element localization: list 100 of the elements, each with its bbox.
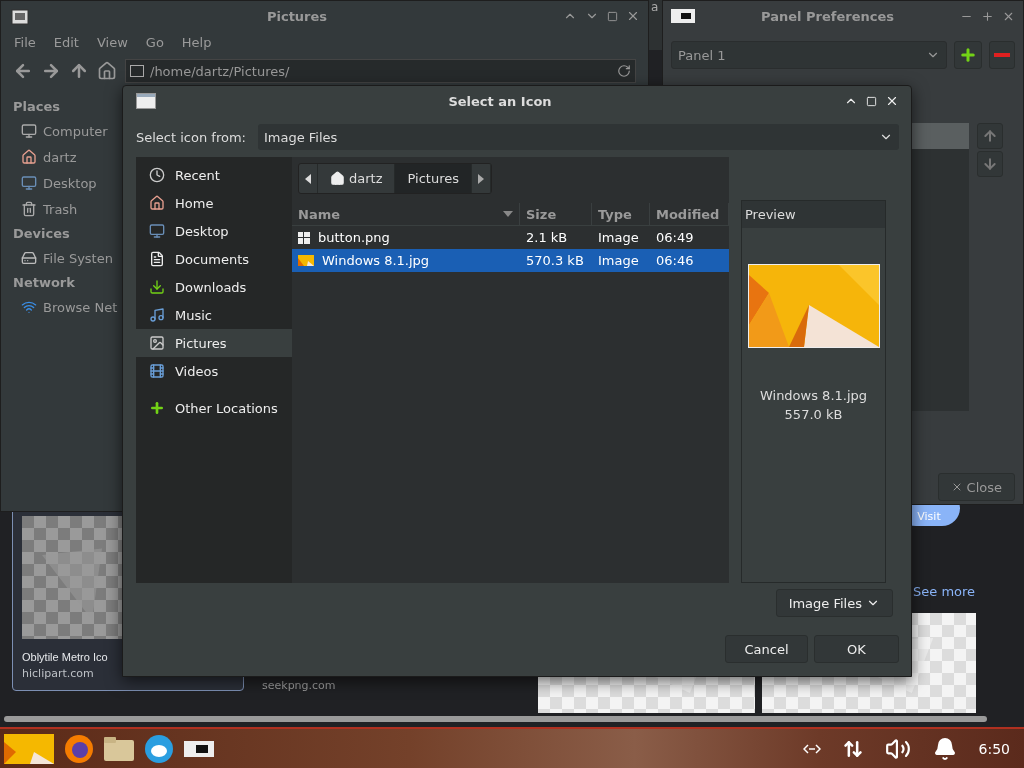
sidebar-heading: Places: [13, 99, 61, 114]
panel-icon[interactable]: [184, 740, 214, 757]
places-item[interactable]: Music: [136, 301, 292, 329]
browser-icon[interactable]: [64, 733, 94, 764]
home-icon: [21, 149, 37, 165]
places-item[interactable]: Pictures: [136, 329, 292, 357]
ok-button[interactable]: OK: [814, 635, 899, 663]
column-header[interactable]: Name: [292, 203, 520, 225]
file-size: 2.1 kB: [525, 230, 569, 245]
drive-icon: [21, 250, 37, 266]
film-icon: [149, 363, 165, 379]
see-more-link[interactable]: See more: [913, 584, 976, 599]
add-panel-button[interactable]: [954, 41, 982, 69]
document-icon: [149, 251, 165, 267]
icon-source-select[interactable]: Image Files: [257, 124, 899, 150]
items-list[interactable]: [911, 123, 969, 411]
clock-icon: [149, 167, 165, 183]
close-icon[interactable]: [885, 94, 899, 108]
remove-panel-button[interactable]: [989, 41, 1015, 69]
back-icon[interactable]: [13, 61, 33, 81]
clock[interactable]: 6:50: [978, 740, 1010, 757]
monitor-icon: [21, 123, 37, 139]
monitor-icon: [149, 223, 165, 239]
places-item[interactable]: Downloads: [136, 273, 292, 301]
places-item[interactable]: Recent: [136, 161, 292, 189]
sidebar-item[interactable]: dartz: [13, 144, 77, 170]
monitor-icon: [21, 175, 37, 191]
menu-item[interactable]: Edit: [44, 34, 88, 50]
download-icon: [149, 279, 165, 295]
music-icon: [149, 307, 165, 323]
up-icon[interactable]: [69, 61, 89, 81]
file-row[interactable]: button.png 2.1 kB Image 06:49: [292, 226, 729, 249]
maximize-icon[interactable]: [981, 9, 994, 23]
file-modified: 06:46: [655, 253, 695, 268]
places-item[interactable]: Home: [136, 189, 292, 217]
code-icon[interactable]: [802, 743, 821, 754]
home-icon[interactable]: [97, 61, 117, 81]
column-header[interactable]: Type: [592, 203, 650, 225]
sidebar-item[interactable]: Browse Net: [13, 294, 118, 320]
forward-icon[interactable]: [41, 61, 61, 81]
sidebar-item[interactable]: File Systen: [13, 245, 113, 271]
up-icon: [982, 128, 998, 144]
close-button[interactable]: Close: [937, 473, 1015, 501]
menu-item[interactable]: Go: [136, 34, 173, 50]
column-header[interactable]: Size: [520, 203, 592, 225]
window-title: Panel Preferences: [760, 8, 895, 24]
sidebar-item[interactable]: Desktop: [13, 170, 97, 196]
image-thumbnail-icon: [298, 255, 314, 266]
menu-launcher-icon[interactable]: [4, 733, 54, 764]
preview-file-name: Windows 8.1.jpg: [759, 387, 868, 405]
home-icon: [149, 195, 165, 211]
sidebar-item[interactable]: Computer: [13, 118, 108, 144]
reload-icon[interactable]: [617, 64, 631, 78]
file-name: Windows 8.1.jpg: [292, 253, 520, 268]
places-item[interactable]: Desktop: [136, 217, 292, 245]
home-icon: [330, 171, 345, 186]
menu-item[interactable]: Help: [172, 34, 221, 50]
trash-icon: [21, 201, 37, 217]
file-type: Image: [597, 253, 640, 268]
plus-icon: [959, 46, 977, 64]
address-field[interactable]: /home/dartz/Pictures/: [125, 59, 636, 83]
minus-icon: [994, 53, 1010, 57]
file-size: 570.3 kB: [525, 253, 585, 268]
column-header[interactable]: Modified: [650, 203, 729, 225]
path-button[interactable]: Pictures: [395, 164, 472, 193]
bell-icon[interactable]: [932, 736, 957, 761]
sidebar-heading: Devices: [13, 226, 70, 241]
file-row[interactable]: Windows 8.1.jpg 570.3 kB Image 06:46: [292, 249, 729, 272]
scrollbar[interactable]: [4, 716, 987, 722]
move-up-button[interactable]: [977, 123, 1003, 149]
left-arrow-icon: [305, 173, 311, 184]
window-title: Pictures: [265, 8, 329, 24]
right-arrow-icon: [477, 173, 484, 184]
window-title: a: [651, 0, 659, 14]
card-title: Oblytile Metro Ico: [22, 651, 108, 663]
preview-file-size: 557.0 kB: [784, 406, 843, 424]
places-item[interactable]: Documents: [136, 245, 292, 273]
maximize-icon[interactable]: [607, 10, 618, 22]
image-icon: [149, 335, 165, 351]
field-label: Select icon from:: [136, 129, 246, 145]
menu-item[interactable]: File: [5, 34, 45, 50]
network-icon[interactable]: [842, 738, 863, 759]
move-down-button[interactable]: [977, 151, 1003, 177]
folder-icon[interactable]: [104, 736, 134, 761]
card-source: hiclipart.com: [22, 667, 95, 680]
tiles-icon: [298, 231, 310, 244]
cancel-button[interactable]: Cancel: [725, 635, 808, 663]
sidebar-item[interactable]: Trash: [13, 196, 78, 222]
filter-select[interactable]: Image Files: [775, 589, 893, 617]
window-icon: [136, 93, 156, 109]
close-icon[interactable]: [626, 9, 640, 23]
plus-icon: [149, 400, 165, 416]
panel-select[interactable]: Panel 1: [671, 41, 947, 69]
card-source: seekpng.com: [262, 679, 336, 692]
menu-item[interactable]: View: [87, 34, 137, 50]
sort-icon: [503, 211, 513, 217]
places-item[interactable]: Other Locations: [136, 394, 292, 422]
preview-title: Preview: [742, 201, 885, 228]
mouse-logo-icon[interactable]: [144, 733, 174, 764]
places-item[interactable]: Videos: [136, 357, 292, 385]
